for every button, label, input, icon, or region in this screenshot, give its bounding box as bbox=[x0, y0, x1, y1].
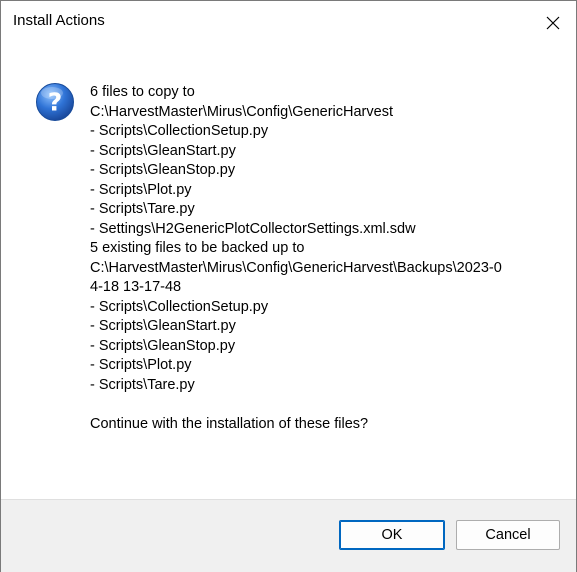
backup-header: 5 existing files to be backed up to bbox=[90, 240, 305, 256]
confirm-question: Continue with the installation of these … bbox=[90, 415, 369, 432]
close-button[interactable] bbox=[530, 1, 576, 45]
title-bar[interactable]: Install Actions bbox=[1, 1, 576, 45]
dialog-title: Install Actions bbox=[13, 12, 105, 29]
backup-destination: C:\HarvestMaster\Mirus\Config\GenericHar… bbox=[90, 259, 502, 276]
ok-button[interactable]: OK bbox=[339, 520, 445, 550]
question-mark-icon: ? bbox=[36, 83, 74, 121]
svg-text:?: ? bbox=[48, 88, 63, 117]
backup-file-item: - Scripts\GleanStop.py bbox=[90, 337, 236, 354]
copy-destination: C:\HarvestMaster\Mirus\Config\GenericHar… bbox=[90, 103, 393, 120]
copy-file-item: - Scripts\GleanStart.py bbox=[90, 142, 236, 159]
close-icon bbox=[546, 16, 560, 30]
backup-file-item: - Scripts\Tare.py bbox=[90, 376, 195, 393]
backup-file-item: - Scripts\Plot.py bbox=[90, 357, 192, 373]
copy-file-item: - Settings\H2GenericPlotCollectorSetting… bbox=[90, 220, 416, 237]
dialog-content: ? 6 files to copy to C:\HarvestMaster\Mi… bbox=[1, 45, 576, 499]
copy-file-item: - Scripts\Plot.py bbox=[90, 181, 192, 198]
cancel-button[interactable]: Cancel bbox=[456, 520, 560, 550]
copy-file-item: - Scripts\GleanStop.py bbox=[90, 162, 236, 178]
backup-file-item: - Scripts\CollectionSetup.py bbox=[90, 298, 269, 315]
button-bar: OK Cancel bbox=[1, 499, 576, 572]
message-text: 6 files to copy to C:\HarvestMaster\Miru… bbox=[90, 83, 560, 434]
install-actions-dialog: Install Actions ? 6 files to copy to C:\… bbox=[0, 0, 577, 572]
backup-file-item: - Scripts\GleanStart.py bbox=[90, 318, 236, 334]
backup-destination-continued: 4-18 13-17-48 bbox=[90, 279, 182, 295]
copy-file-item: - Scripts\Tare.py bbox=[90, 201, 195, 217]
copy-header: 6 files to copy to bbox=[90, 84, 195, 100]
copy-file-item: - Scripts\CollectionSetup.py bbox=[90, 123, 269, 139]
